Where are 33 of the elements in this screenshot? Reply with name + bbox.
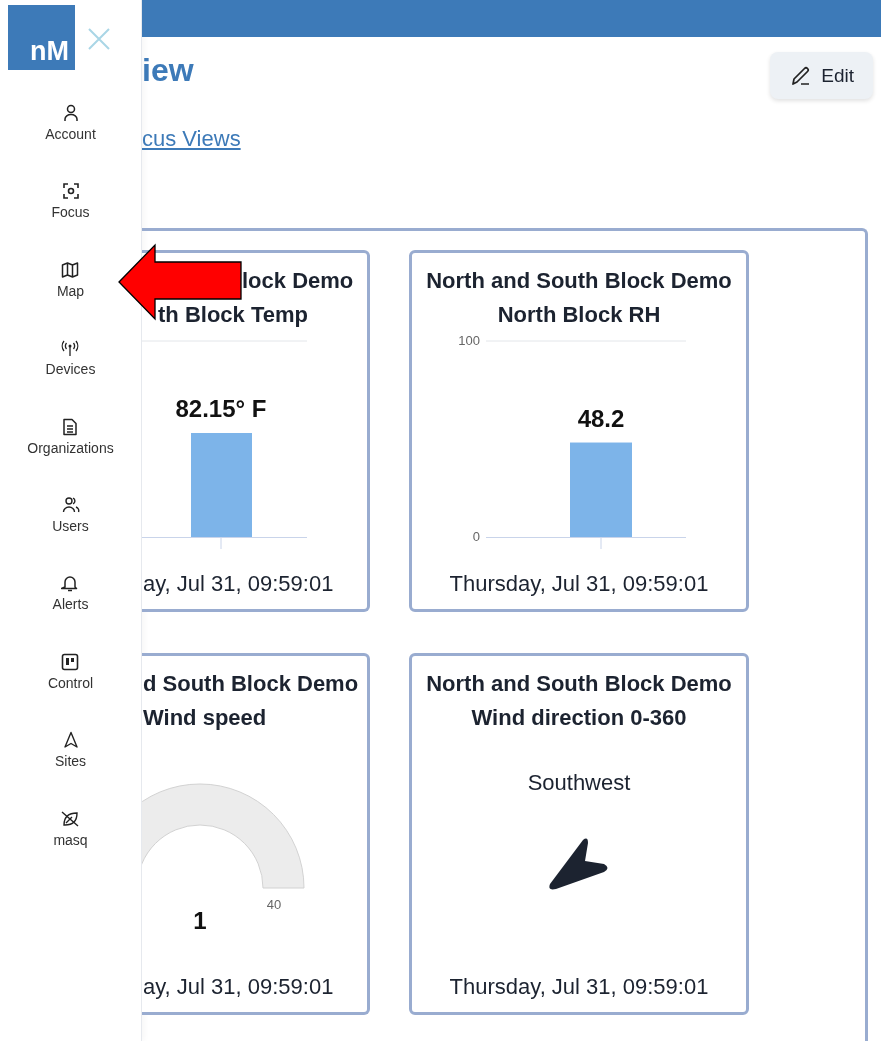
axis-tick-label: 100 [458,333,480,348]
axis-tick-label: 0 [472,529,480,544]
direction-label: Southwest [527,770,631,796]
logo[interactable]: nM [8,5,75,70]
nav-item[interactable]: Devices [45,331,96,410]
gauge-max-label: 40 [266,897,282,912]
timestamp: Thursday, Jul 31, 09:59:01 [448,571,710,597]
card-title: Wind speed [142,704,268,732]
nav-item[interactable]: Map [56,252,85,332]
nav-item[interactable]: masq [53,801,88,880]
timestamp: ay, Jul 31, 09:59:01 [142,571,335,597]
nav-item[interactable]: Organizations [27,409,114,488]
card-title: lock Demo [241,267,355,295]
card-title: North and South Block Demo [425,670,733,698]
nav-item[interactable]: Control [47,644,94,724]
focus-views-link[interactable]: cus Views [142,125,241,153]
timestamp: Thursday, Jul 31, 09:59:01 [448,974,710,1000]
card-title: th Block Temp [157,301,309,329]
card-title: Wind direction 0-360 [470,704,688,732]
timestamp: ay, Jul 31, 09:59:01 [142,974,335,1000]
page-title: iew [142,52,194,88]
nav-item[interactable]: Sites [54,723,87,802]
nav-item[interactable]: Account [45,96,96,175]
nav-item[interactable]: Focus [51,174,90,253]
card-title: North and South Block Demo [425,267,733,295]
value-label: 82.15° F [175,395,267,422]
gauge-value: 1 [193,907,207,934]
value-label: 48.2 [577,404,625,432]
nav-item[interactable]: Users [52,487,89,567]
edit-button[interactable]: Edit [770,52,873,99]
card-title: North Block RH [496,301,662,329]
nav-item[interactable]: Alerts [52,566,89,645]
card-title: d South Block Demo [142,670,360,698]
